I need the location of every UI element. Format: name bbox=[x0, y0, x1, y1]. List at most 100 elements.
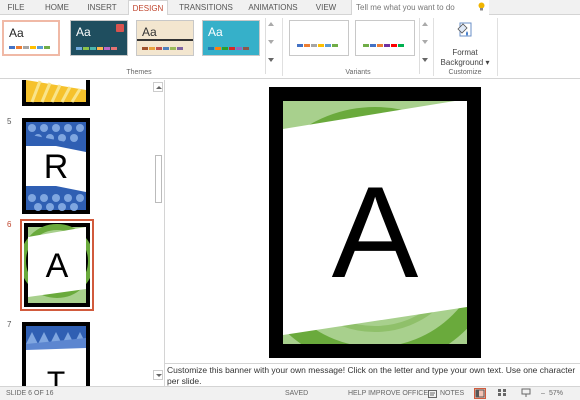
slide-sorter-button[interactable] bbox=[497, 388, 509, 399]
scroll-thumb[interactable] bbox=[155, 155, 162, 203]
slide-6-artwork: A bbox=[24, 224, 90, 303]
color-swatch bbox=[76, 47, 82, 50]
scroll-up-button[interactable] bbox=[153, 82, 163, 92]
theme-color-swatches bbox=[142, 47, 183, 50]
tab-animations[interactable]: ANIMATIONS bbox=[246, 0, 300, 15]
variant-color-swatches bbox=[297, 44, 338, 47]
color-swatch bbox=[111, 47, 117, 50]
color-swatch bbox=[177, 47, 183, 50]
color-swatch bbox=[243, 47, 249, 50]
theme-sample-text: Aa bbox=[76, 25, 91, 39]
theme-color-swatches bbox=[9, 46, 50, 49]
slideshow-button[interactable] bbox=[521, 388, 533, 399]
lightbulb-icon[interactable] bbox=[478, 2, 485, 11]
color-swatch bbox=[90, 47, 96, 50]
tab-home[interactable]: HOME bbox=[42, 0, 72, 15]
ribbon-design: Aa Aa Aa Aa Themes Variants Format Backg… bbox=[0, 15, 580, 79]
theme-sample-text: Aa bbox=[142, 25, 157, 39]
slide-number-5: 5 bbox=[7, 117, 12, 126]
color-swatch bbox=[391, 44, 397, 47]
color-swatch bbox=[384, 44, 390, 47]
color-swatch bbox=[104, 47, 110, 50]
slide-thumbnail-panel[interactable]: 5 R 6 A 7 T bbox=[0, 80, 165, 386]
color-swatch bbox=[236, 47, 242, 50]
notes-text[interactable]: Customize this banner with your own mess… bbox=[167, 365, 578, 386]
scroll-down-button[interactable] bbox=[153, 370, 163, 380]
format-background-button[interactable]: Format Background ▾ bbox=[437, 18, 493, 68]
color-swatch bbox=[215, 47, 221, 50]
chevron-down-icon bbox=[156, 374, 162, 377]
tell-me-search-box[interactable]: Tell me what you want to do bbox=[351, 0, 489, 15]
theme-thumbnail-office[interactable]: Aa bbox=[2, 20, 60, 56]
themes-gallery-scroll[interactable] bbox=[265, 18, 275, 74]
notes-toggle[interactable]: NOTES bbox=[440, 387, 464, 400]
slide-5-letter: R bbox=[44, 148, 69, 186]
tab-view[interactable]: VIEW bbox=[312, 0, 340, 15]
theme-thumbnail-blue[interactable]: Aa bbox=[202, 20, 260, 56]
scroll-down-icon[interactable] bbox=[422, 40, 428, 44]
main-slide-artwork: A bbox=[269, 87, 481, 358]
color-swatch bbox=[363, 44, 369, 47]
slide-editor[interactable]: A bbox=[166, 80, 580, 363]
themes-group-label: Themes bbox=[126, 69, 152, 76]
theme-rule bbox=[137, 39, 193, 41]
main-slide-letter[interactable]: A bbox=[332, 159, 419, 305]
color-swatch bbox=[370, 44, 376, 47]
normal-view-button[interactable] bbox=[474, 388, 486, 399]
color-swatch bbox=[208, 47, 214, 50]
color-swatch bbox=[149, 47, 155, 50]
main-slide-canvas[interactable]: A bbox=[269, 87, 481, 358]
slide-thumbnail-5[interactable]: R bbox=[22, 118, 90, 214]
variant-thumbnail-1[interactable] bbox=[289, 20, 349, 56]
color-swatch bbox=[170, 47, 176, 50]
ribbon-tab-bar: FILE HOME INSERT DESIGN TRANSITIONS ANIM… bbox=[0, 0, 580, 16]
slide-panel-scrollbar[interactable] bbox=[152, 80, 164, 386]
zoom-minus-icon[interactable]: – bbox=[541, 387, 545, 400]
color-swatch bbox=[311, 44, 317, 47]
variant-color-swatches bbox=[363, 44, 404, 47]
normal-view-icon bbox=[475, 389, 485, 398]
variants-gallery-scroll[interactable] bbox=[419, 18, 429, 74]
theme-color-swatches bbox=[208, 47, 249, 50]
variant-thumbnail-2[interactable] bbox=[355, 20, 415, 56]
save-status: SAVED bbox=[285, 390, 309, 397]
color-swatch bbox=[163, 47, 169, 50]
group-divider bbox=[282, 18, 283, 76]
notes-icon[interactable] bbox=[428, 390, 437, 398]
slide-7-artwork: T bbox=[26, 326, 86, 386]
speaker-notes[interactable]: Customize this banner with your own mess… bbox=[165, 363, 580, 386]
theme-thumbnail-dark[interactable]: Aa bbox=[70, 20, 128, 56]
slide-indicator: SLIDE 6 OF 16 bbox=[6, 390, 54, 397]
slide-thumbnail-7[interactable]: T bbox=[22, 322, 90, 386]
scroll-up-icon[interactable] bbox=[268, 22, 274, 26]
help-improve-office-link[interactable]: HELP IMPROVE OFFICE bbox=[348, 387, 428, 400]
group-divider bbox=[433, 18, 434, 76]
scroll-up-icon[interactable] bbox=[422, 22, 428, 26]
color-swatch bbox=[222, 47, 228, 50]
slide-thumbnail-6[interactable]: A bbox=[24, 223, 90, 307]
color-swatch bbox=[44, 46, 50, 49]
color-swatch bbox=[23, 46, 29, 49]
tab-transitions[interactable]: TRANSITIONS bbox=[178, 0, 234, 15]
zoom-level[interactable]: 57% bbox=[549, 387, 563, 400]
more-themes-icon[interactable] bbox=[268, 58, 274, 62]
status-bar: SLIDE 6 OF 16 SAVED HELP IMPROVE OFFICE … bbox=[0, 386, 580, 400]
color-swatch bbox=[398, 44, 404, 47]
variants-group-label: Variants bbox=[345, 69, 371, 76]
slide-thumbnail-4[interactable] bbox=[22, 80, 90, 106]
color-swatch bbox=[325, 44, 331, 47]
slide-6-letter: A bbox=[46, 247, 69, 285]
color-swatch bbox=[297, 44, 303, 47]
tab-design[interactable]: DESIGN bbox=[128, 0, 168, 16]
more-variants-icon[interactable] bbox=[422, 58, 428, 62]
theme-accent-mark bbox=[116, 24, 124, 32]
color-swatch bbox=[229, 47, 235, 50]
format-background-label-1: Format bbox=[452, 48, 478, 57]
tab-file[interactable]: FILE bbox=[4, 0, 28, 15]
scroll-down-icon[interactable] bbox=[268, 40, 274, 44]
group-divider bbox=[497, 18, 498, 76]
color-swatch bbox=[97, 47, 103, 50]
color-swatch bbox=[83, 47, 89, 50]
tab-insert[interactable]: INSERT bbox=[84, 0, 120, 15]
theme-thumbnail-parchment[interactable]: Aa bbox=[136, 20, 194, 56]
